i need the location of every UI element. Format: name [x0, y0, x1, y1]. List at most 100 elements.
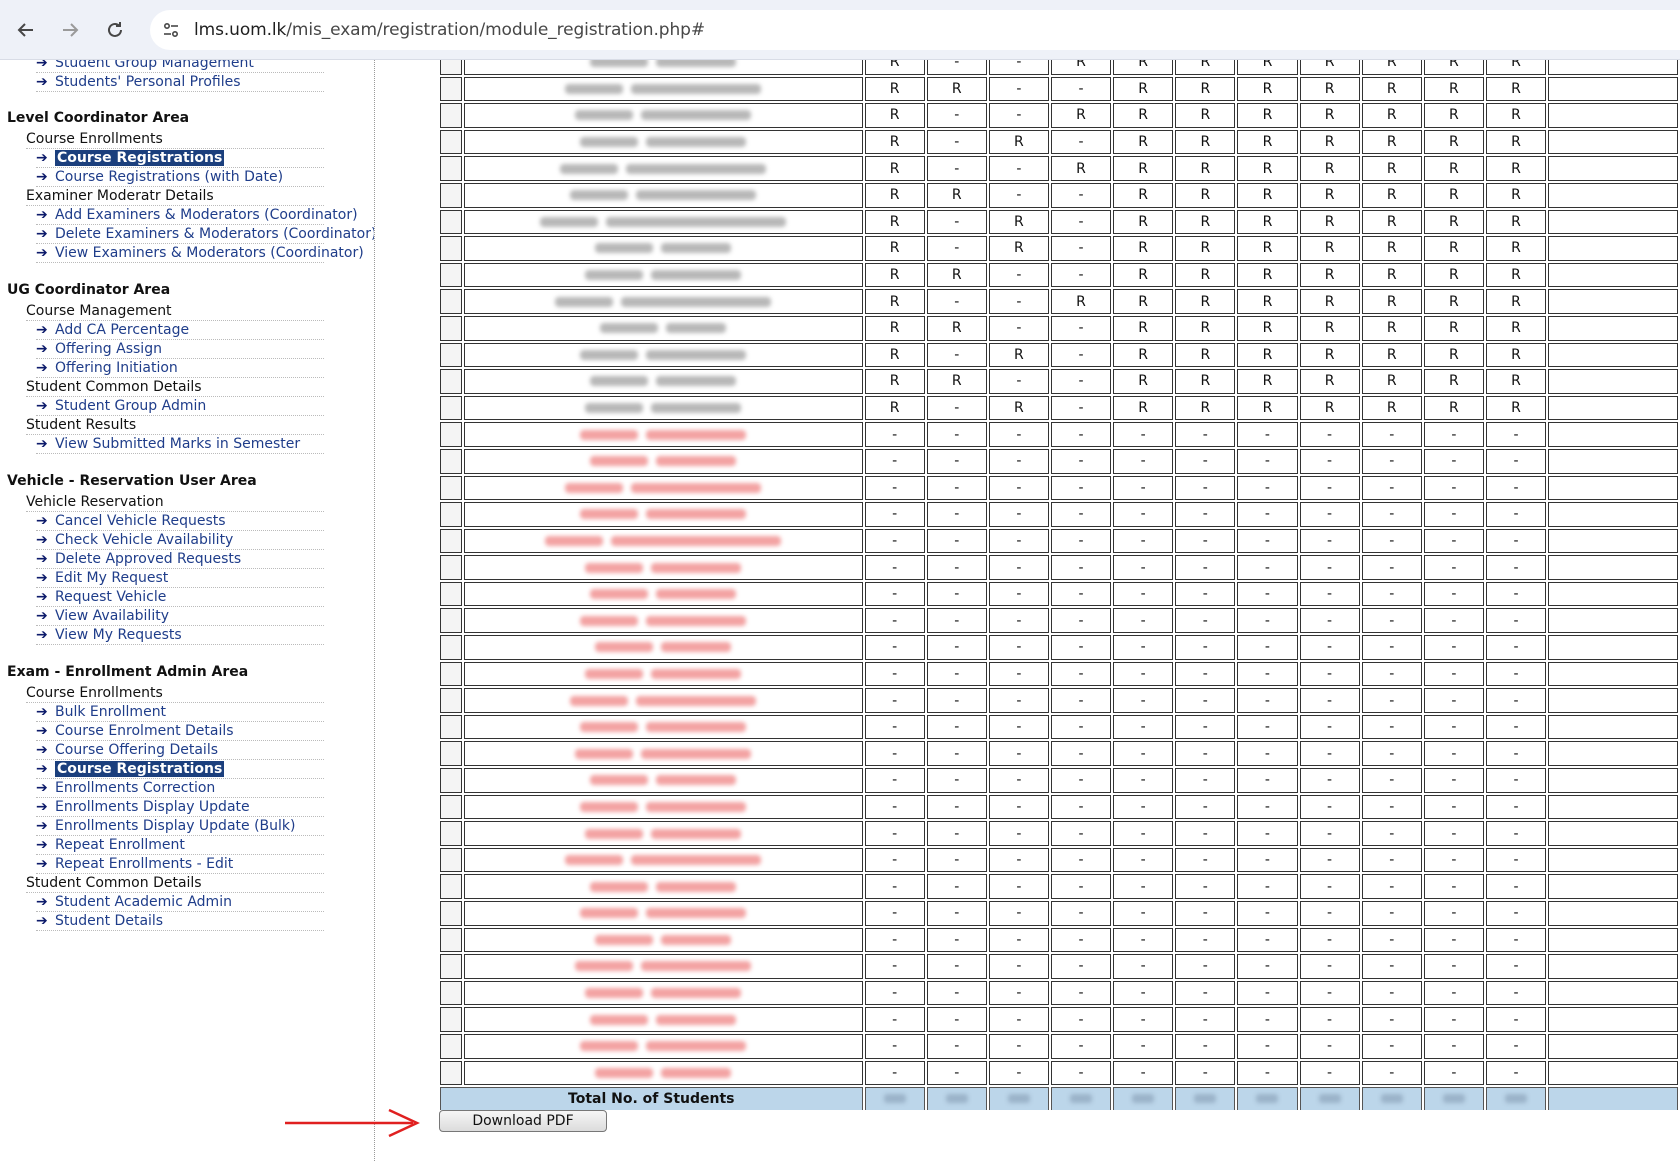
- registration-cell: -: [1485, 581, 1547, 607]
- site-info-icon[interactable]: [158, 17, 184, 43]
- registration-cell: R: [864, 369, 925, 394]
- sidebar-link[interactable]: ➔ Enrollments Display Update: [36, 798, 324, 817]
- sidebar-link-label: View Examiners & Moderators (Coordinator…: [55, 245, 364, 261]
- registration-cell: R: [1299, 342, 1360, 368]
- sidebar-group-title: Exam - Enrollment Admin Area: [7, 664, 249, 680]
- registration-cell: R: [1299, 156, 1360, 181]
- sidebar-link-label: Edit My Request: [55, 570, 169, 586]
- table-row: -----------: [440, 1033, 1678, 1059]
- sidebar-link[interactable]: ➔ Offering Assign: [36, 340, 324, 359]
- sidebar-link[interactable]: ➔ Add CA Percentage: [36, 321, 324, 340]
- table-row: RR--RRRRRRR: [440, 182, 1678, 208]
- registration-cell: -: [864, 608, 925, 634]
- sidebar-link[interactable]: ➔ Bulk Enrollment: [36, 703, 324, 722]
- registration-cell: R: [1113, 262, 1174, 288]
- back-arrow-icon[interactable]: [10, 14, 42, 46]
- sidebar-link[interactable]: ➔ Student Academic Admin: [36, 893, 324, 912]
- sidebar-link[interactable]: ➔ Delete Approved Requests: [36, 550, 324, 569]
- extra-cell: [1548, 847, 1678, 873]
- forward-arrow-icon[interactable]: [54, 14, 86, 46]
- sidebar-link[interactable]: ➔ Delete Examiners & Moderators (Coordina…: [36, 225, 374, 244]
- sidebar-link[interactable]: ➔ Student Group Admin: [36, 397, 324, 416]
- sidebar-link[interactable]: ➔ Course Registrations: [36, 760, 324, 779]
- registration-cell: -: [1299, 954, 1360, 979]
- registration-cell: -: [1050, 714, 1112, 740]
- registration-cell: -: [1050, 661, 1112, 687]
- registration-cell: R: [1113, 369, 1174, 394]
- row-number-cell: [440, 76, 463, 102]
- registration-cell: -: [1485, 555, 1547, 580]
- registration-cell: -: [1175, 794, 1236, 820]
- sidebar-link[interactable]: ➔ Course Enrolment Details: [36, 722, 324, 741]
- registration-cell: -: [1423, 874, 1484, 899]
- registration-cell: -: [1237, 1007, 1298, 1032]
- download-pdf-button[interactable]: Download PDF: [439, 1110, 607, 1132]
- arrow-right-icon: ➔: [36, 856, 48, 872]
- sidebar-link[interactable]: ➔ View Submitted Marks in Semester: [36, 435, 324, 454]
- sidebar-link[interactable]: ➔ Course Registrations: [36, 149, 324, 168]
- sidebar-link[interactable]: ➔ Edit My Request: [36, 569, 324, 588]
- student-name-cell: [464, 156, 863, 181]
- student-name-cell: [464, 209, 863, 235]
- registration-cell: -: [1113, 581, 1174, 607]
- student-name-cell: [464, 821, 863, 846]
- registration-cell: R: [1423, 129, 1484, 155]
- sidebar-link[interactable]: ➔ Cancel Vehicle Requests: [36, 512, 324, 531]
- sidebar-link[interactable]: ➔ Enrollments Correction: [36, 779, 324, 798]
- registration-cell: -: [988, 874, 1049, 899]
- registration-cell: -: [1237, 422, 1298, 447]
- address-bar[interactable]: lms.uom.lk/mis_exam/registration/module_…: [150, 10, 1680, 50]
- registration-cell: -: [1299, 502, 1360, 527]
- registration-cell: -: [1361, 422, 1422, 447]
- sidebar-link[interactable]: ➔ Enrollments Display Update (Bulk): [36, 817, 324, 836]
- registration-cell: -: [926, 874, 987, 899]
- sidebar-link[interactable]: ➔ Course Offering Details: [36, 741, 324, 760]
- sidebar-category: Vehicle Reservation: [26, 493, 324, 512]
- sidebar-link[interactable]: ➔ Repeat Enrollments - Edit: [36, 855, 324, 874]
- student-name-cell: [464, 129, 863, 155]
- total-label: Total No. of Students: [440, 1087, 863, 1110]
- sidebar-link-label: Student Academic Admin: [55, 894, 232, 910]
- sidebar-link[interactable]: ➔ View Examiners & Moderators (Coordinato…: [36, 244, 364, 263]
- registration-cell: R: [1237, 262, 1298, 288]
- registration-cell: -: [1113, 794, 1174, 820]
- sidebar-group-title: UG Coordinator Area: [7, 282, 171, 298]
- registration-cell: -: [988, 1007, 1049, 1032]
- sidebar-link[interactable]: ➔ Course Registrations (with Date): [36, 168, 324, 187]
- registration-cell: -: [1050, 821, 1112, 846]
- registration-cell: -: [1050, 236, 1112, 261]
- sidebar-link[interactable]: ➔ Request Vehicle: [36, 588, 324, 607]
- registration-cell: R: [1485, 182, 1547, 208]
- sidebar-link[interactable]: ➔ View My Requests: [36, 626, 324, 645]
- registration-cell: R: [1299, 209, 1360, 235]
- sidebar-link[interactable]: ➔ Add Examiners & Moderators (Coordinator…: [36, 206, 358, 225]
- registration-cell: -: [1485, 1007, 1547, 1032]
- registration-cell: -: [926, 342, 987, 368]
- registration-cell: -: [1299, 901, 1360, 926]
- registration-cell: R: [1050, 60, 1112, 75]
- registration-cell: -: [1423, 608, 1484, 634]
- registration-cell: -: [864, 688, 925, 713]
- sidebar-link[interactable]: ➔ Repeat Enrollment: [36, 836, 324, 855]
- registration-cell: -: [1050, 581, 1112, 607]
- registration-cell: -: [1361, 714, 1422, 740]
- registration-cell: -: [926, 395, 987, 421]
- registration-cell: -: [1113, 502, 1174, 527]
- sidebar-link[interactable]: ➔ Offering Initiation: [36, 359, 324, 378]
- registration-cell: R: [926, 262, 987, 288]
- registration-cell: -: [1175, 980, 1236, 1006]
- reload-icon[interactable]: [99, 14, 131, 46]
- sidebar-link[interactable]: ➔ Check Vehicle Availability: [36, 531, 324, 550]
- registration-cell: -: [1237, 954, 1298, 979]
- sidebar-link[interactable]: ➔ Student Details: [36, 912, 324, 931]
- sidebar-link[interactable]: ➔ Student Group Management: [36, 60, 324, 73]
- sidebar-link[interactable]: ➔ View Availability: [36, 607, 324, 626]
- sidebar-link[interactable]: ➔ Students' Personal Profiles: [36, 73, 324, 92]
- sidebar-link-label: Check Vehicle Availability: [55, 532, 234, 548]
- table-row: -----------: [440, 688, 1678, 713]
- registration-cell: R: [1175, 182, 1236, 208]
- registration-cell: -: [1423, 847, 1484, 873]
- total-count-cell: [1423, 1087, 1484, 1110]
- registration-cell: -: [1237, 502, 1298, 527]
- sidebar-category: Course Enrollments: [26, 130, 324, 149]
